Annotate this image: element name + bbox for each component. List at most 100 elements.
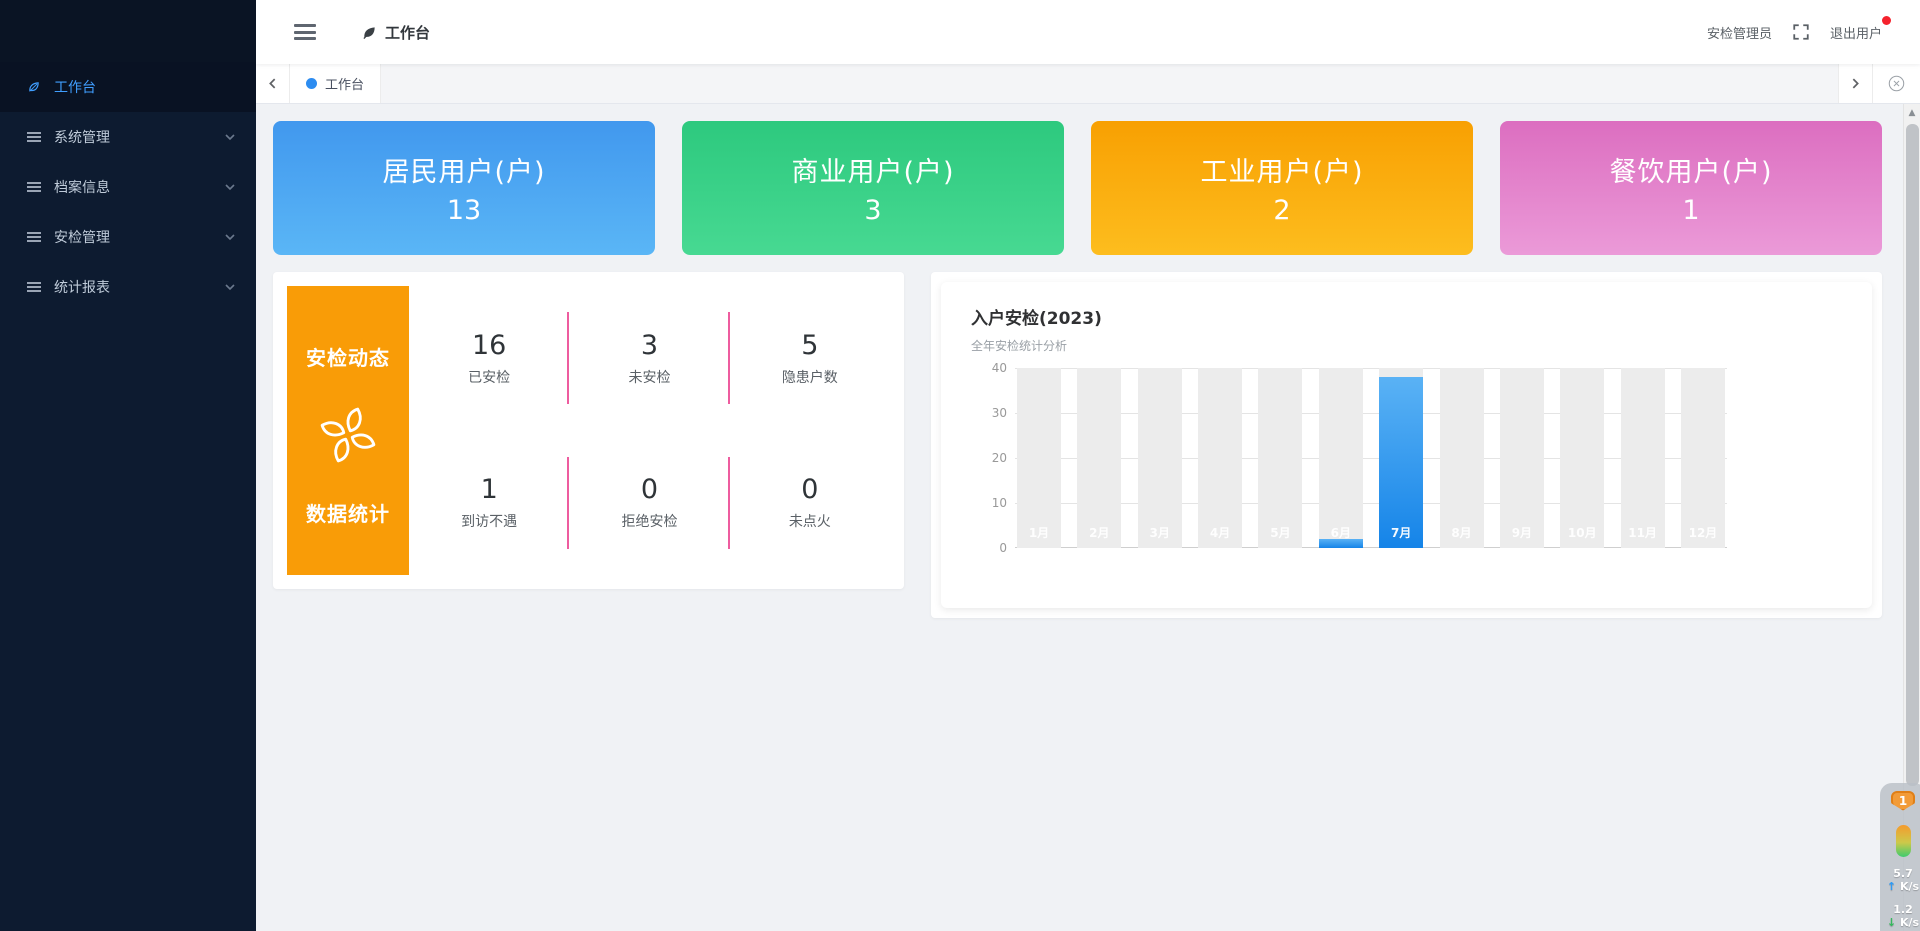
logout-button[interactable]: 退出用户 (1830, 23, 1882, 42)
sidebar-item-reports[interactable]: 统计报表 (0, 262, 256, 312)
x-tick-label: 5月 (1258, 524, 1302, 541)
chevron-down-icon (224, 131, 236, 143)
sidebar-item-label: 安检管理 (54, 227, 224, 247)
chart-title: 入户安检(2023) (971, 304, 1842, 329)
chart-bar-2月[interactable]: 2月 (1077, 368, 1121, 548)
card-commercial-users[interactable]: 商业用户(户) 3 (682, 121, 1064, 255)
stat-not-ignited: 0 未点火 (730, 474, 890, 531)
sidebar-item-inspection[interactable]: 安检管理 (0, 212, 256, 262)
sidebar-item-archives[interactable]: 档案信息 (0, 162, 256, 212)
chart-bar-10月[interactable]: 10月 (1560, 368, 1604, 548)
menu-lines-icon (26, 231, 42, 243)
traffic-gradient-gauge (1896, 825, 1911, 857)
card-label: 工业用户(户) (1200, 150, 1363, 189)
card-resident-users[interactable]: 居民用户(户) 13 (273, 121, 655, 255)
upload-unit: K/s (1900, 880, 1919, 893)
x-tick-label: 6月 (1319, 524, 1363, 541)
annual-inspection-chart-panel: 入户安检(2023) 全年安检统计分析 010203040 1月2月3月4月5月… (931, 272, 1882, 618)
stat-value: 1 (409, 474, 569, 505)
stat-value: 16 (409, 330, 569, 361)
current-user[interactable]: 安检管理员 (1707, 23, 1772, 42)
tabbar-filler (381, 64, 1838, 103)
x-tick-label: 1月 (1017, 524, 1061, 541)
x-tick-label: 9月 (1500, 524, 1544, 541)
chart-bar-9月[interactable]: 9月 (1500, 368, 1544, 548)
chart-subtitle: 全年安检统计分析 (971, 337, 1842, 354)
card-label: 商业用户(户) (791, 150, 954, 189)
sidebar: 工作台 系统管理 档案信息 安检管理 统计报表 (0, 0, 256, 931)
bar-fill (1379, 377, 1423, 548)
chart-bar-3月[interactable]: 3月 (1138, 368, 1182, 548)
summary-stats-grid: 16 已安检 3 未安检 5 隐患户数 1 到访不遇 0 拒绝安检 (409, 286, 890, 575)
x-tick-label: 2月 (1077, 524, 1121, 541)
notification-dot (1882, 16, 1891, 25)
sidebar-item-label: 工作台 (54, 77, 236, 97)
tabs-scroll-right-button[interactable] (1838, 64, 1872, 103)
chart-bar-4月[interactable]: 4月 (1198, 368, 1242, 548)
main-content: 居民用户(户) 13 商业用户(户) 3 工业用户(户) 2 餐饮用户(户) 1… (256, 104, 1903, 931)
x-tick-label: 3月 (1138, 524, 1182, 541)
hamburger-menu-icon[interactable] (294, 24, 316, 40)
sidebar-logo-area (0, 0, 256, 62)
top-header: 工作台 安检管理员 退出用户 (256, 0, 1920, 64)
card-catering-users[interactable]: 餐饮用户(户) 1 (1500, 121, 1882, 255)
chart-bar-8月[interactable]: 8月 (1440, 368, 1484, 548)
stat-label: 未点火 (730, 511, 890, 531)
tab-workbench[interactable]: 工作台 (290, 64, 381, 103)
upload-speed-value: 5.7 (1887, 867, 1919, 880)
chart-plot-area[interactable]: 1月 2月 3月 4月 5月 6月 7月 8月 9月 10月 11月 12月 (1015, 368, 1727, 548)
chart-bar-12月[interactable]: 12月 (1681, 368, 1725, 548)
chart-container: 入户安检(2023) 全年安检统计分析 010203040 1月2月3月4月5月… (941, 282, 1872, 608)
scrollbar-thumb[interactable] (1906, 124, 1919, 786)
y-tick-label: 30 (992, 406, 1007, 420)
page-title-text: 工作台 (385, 22, 430, 43)
chevron-left-icon (266, 77, 279, 90)
download-unit: K/s (1900, 916, 1919, 929)
y-tick-label: 0 (999, 541, 1007, 555)
card-value: 2 (1273, 195, 1290, 226)
x-tick-label: 7月 (1379, 524, 1423, 541)
chart-bar-1月[interactable]: 1月 (1017, 368, 1061, 548)
shield-badge-icon[interactable]: 1 (1891, 791, 1915, 811)
stat-label: 已安检 (409, 367, 569, 387)
stat-cards-row: 居民用户(户) 13 商业用户(户) 3 工业用户(户) 2 餐饮用户(户) 1 (273, 121, 1882, 255)
chart-bars: 1月 2月 3月 4月 5月 6月 7月 8月 9月 10月 11月 12月 (1017, 368, 1725, 548)
chevron-down-icon (224, 181, 236, 193)
stat-value: 0 (730, 474, 890, 505)
tab-bar: 工作台 (256, 64, 1920, 104)
scrollbar-up-arrow[interactable]: ▲ (1904, 104, 1920, 121)
stat-label: 未安检 (569, 367, 729, 387)
net-speed-overlay-widget[interactable]: 1 5.7 ↑ K/s 1.2 ↓ K/s ▼ (1880, 783, 1920, 931)
card-label: 餐饮用户(户) (1609, 150, 1772, 189)
sidebar-item-system[interactable]: 系统管理 (0, 112, 256, 162)
menu-lines-icon (26, 181, 42, 193)
header-right: 安检管理员 退出用户 (1707, 23, 1920, 42)
x-tick-label: 8月 (1440, 524, 1484, 541)
stat-value: 0 (569, 474, 729, 505)
close-tabs-button[interactable] (1872, 64, 1920, 103)
stat-label: 隐患户数 (730, 367, 890, 387)
stat-inspected: 16 已安检 (409, 330, 569, 387)
card-value: 1 (1682, 195, 1699, 226)
y-tick-label: 40 (992, 361, 1007, 375)
stat-label: 到访不遇 (409, 511, 569, 531)
stat-value: 3 (569, 330, 729, 361)
x-tick-label: 10月 (1560, 524, 1604, 541)
chart-bar-7月[interactable]: 7月 (1379, 368, 1423, 548)
pinwheel-fan-icon (317, 404, 379, 466)
chart-bar-5月[interactable]: 5月 (1258, 368, 1302, 548)
card-value: 3 (864, 195, 881, 226)
card-industrial-users[interactable]: 工业用户(户) 2 (1091, 121, 1473, 255)
sidebar-item-label: 系统管理 (54, 127, 224, 147)
download-arrow-icon: ↓ (1887, 916, 1896, 929)
summary-side-banner: 安检动态 数据统计 (287, 286, 409, 575)
chart-bar-6月[interactable]: 6月 (1319, 368, 1363, 548)
chart-bar-11月[interactable]: 11月 (1621, 368, 1665, 548)
tabs-scroll-left-button[interactable] (256, 64, 290, 103)
fullscreen-icon[interactable] (1792, 23, 1810, 41)
sidebar-item-workbench[interactable]: 工作台 (0, 62, 256, 112)
inspection-summary-panel: 安检动态 数据统计 16 已安检 3 (273, 272, 904, 589)
card-value: 13 (447, 195, 481, 226)
upload-speed: 5.7 ↑ K/s (1887, 867, 1919, 893)
y-tick-label: 10 (992, 496, 1007, 510)
